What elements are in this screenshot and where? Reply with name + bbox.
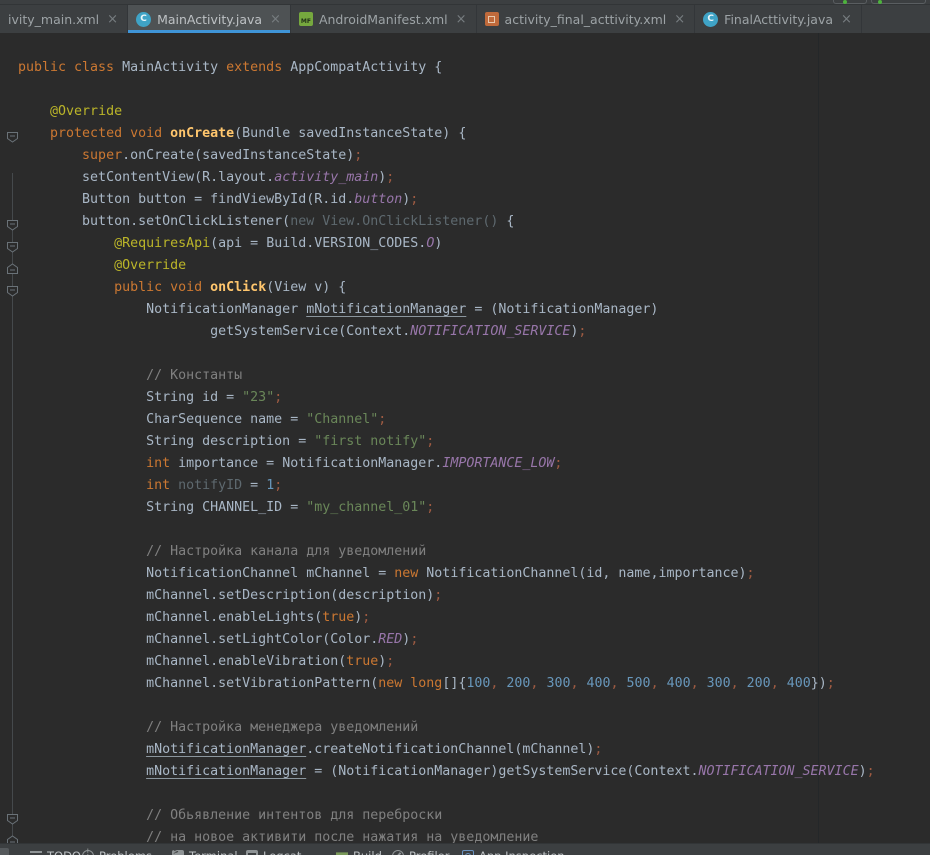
code-line: String id = "23"; [18, 387, 875, 409]
tab-finalacttivity-java[interactable]: C FinalActtivity.java × [695, 5, 862, 33]
ide-window: ivity_main.xml × C MainActivity.java × MF Andr… [0, 0, 930, 855]
code-line: NotificationManager mNotificationManager… [18, 299, 875, 321]
profiler-icon [392, 850, 404, 855]
code-line: public void onClick(View v) { [18, 277, 875, 299]
close-icon[interactable]: × [107, 13, 118, 26]
code-line: int notifyID = 1; [18, 475, 875, 497]
tab-mainactivity-java[interactable]: C MainActivity.java × [128, 5, 291, 33]
tab-label: activity_final_acttivity.xml [505, 12, 667, 27]
layout-file-icon [485, 12, 499, 26]
problems-icon [82, 850, 94, 855]
code-line: setContentView(R.layout.activity_main); [18, 167, 875, 189]
code-line [18, 79, 875, 101]
code-line: protected void onCreate(Bundle savedInst… [18, 123, 875, 145]
tab-ivity-main-xml[interactable]: ivity_main.xml × [0, 5, 128, 33]
tool-window-stub-icon[interactable] [0, 848, 9, 855]
tab-label: MainActivity.java [157, 12, 262, 27]
code-line: mNotificationManager = (NotificationMana… [18, 761, 875, 783]
manifest-file-icon: MF [299, 12, 313, 26]
toolwindow-button-label: Problems [99, 849, 152, 855]
code-line: String CHANNEL_ID = "my_channel_01"; [18, 497, 875, 519]
code-line: mChannel.setLightColor(Color.RED); [18, 629, 875, 651]
toolwindow-button-profiler[interactable]: Profiler [392, 844, 450, 855]
code-line: // Константы [18, 365, 875, 387]
code-line: mChannel.enableLights(true); [18, 607, 875, 629]
code-line: @RequiresApi(api = Build.VERSION_CODES.O… [18, 233, 875, 255]
code-line: int importance = NotificationManager.IMP… [18, 453, 875, 475]
code-line: @Override [18, 101, 875, 123]
close-icon[interactable]: × [674, 13, 685, 26]
tool-window-bar: TODO Problems Terminal Logcat Build Profiler A… [0, 843, 930, 855]
code-line: super.onCreate(savedInstanceState); [18, 145, 875, 167]
code-line: mChannel.setVibrationPattern(new long[]{… [18, 673, 875, 695]
terminal-icon [172, 850, 184, 855]
run-button-sliver[interactable] [833, 0, 867, 4]
code-line: // Настройка канала для уведомлений [18, 541, 875, 563]
toolwindow-button-label: Profiler [409, 849, 450, 855]
toolwindow-button-todo[interactable]: TODO [30, 844, 81, 855]
app-inspection-icon [462, 850, 474, 855]
code-line: mChannel.setDescription(description); [18, 585, 875, 607]
debug-status-dot [878, 0, 882, 4]
run-status-dot [843, 0, 847, 4]
logcat-icon [246, 850, 258, 855]
toolwindow-button-label: Build [353, 849, 382, 855]
toolwindow-button-problems[interactable]: Problems [82, 844, 152, 855]
code-area[interactable]: public class MainActivity extends AppCom… [0, 57, 875, 843]
build-icon [336, 850, 348, 855]
code-line: public class MainActivity extends AppCom… [18, 57, 875, 79]
code-line: mNotificationManager.createNotificationC… [18, 739, 875, 761]
close-icon[interactable]: × [456, 13, 467, 26]
toolwindow-button-terminal[interactable]: Terminal [172, 844, 238, 855]
code-line: Button button = findViewById(R.id.button… [18, 189, 875, 211]
code-line: String description = "first notify"; [18, 431, 875, 453]
todo-icon [30, 851, 42, 855]
editor-tab-bar: ivity_main.xml × C MainActivity.java × MF Andr… [0, 5, 930, 33]
code-line: // на новое активити после нажатия на ув… [18, 827, 875, 843]
tab-label: FinalActtivity.java [724, 12, 833, 27]
toolwindow-button-build[interactable]: Build [336, 844, 382, 855]
tab-androidmanifest-xml[interactable]: MF AndroidManifest.xml × [291, 5, 477, 33]
toolwindow-button-label: App Inspection [479, 849, 565, 855]
code-editor[interactable]: public class MainActivity extends AppCom… [0, 33, 930, 843]
toolwindow-button-logcat[interactable]: Logcat [246, 844, 301, 855]
close-icon[interactable]: × [270, 13, 281, 26]
toolwindow-button-app-inspection[interactable]: App Inspection [462, 844, 565, 855]
tab-activity-final-acttivity-xml[interactable]: activity_final_acttivity.xml × [477, 5, 696, 33]
toolwindow-button-label: TODO [47, 849, 81, 855]
code-line: mChannel.enableVibration(true); [18, 651, 875, 673]
class-file-icon: C [703, 12, 718, 27]
code-line: getSystemService(Context.NOTIFICATION_SE… [18, 321, 875, 343]
class-file-icon: C [136, 12, 151, 27]
code-line: @Override [18, 255, 875, 277]
code-line: // Настройка менеджера уведомлений [18, 717, 875, 739]
code-line [18, 695, 875, 717]
code-line: CharSequence name = "Channel"; [18, 409, 875, 431]
code-line: button.setOnClickListener(new View.OnCli… [18, 211, 875, 233]
code-line [18, 343, 875, 365]
tab-label: AndroidManifest.xml [319, 12, 448, 27]
toolwindow-button-label: Terminal [189, 849, 238, 855]
toolwindow-button-label: Logcat [263, 849, 301, 855]
code-line: NotificationChannel mChannel = new Notif… [18, 563, 875, 585]
code-line [18, 519, 875, 541]
code-line: // Обьявление интентов для переброски [18, 805, 875, 827]
tab-label: ivity_main.xml [8, 12, 99, 27]
close-icon[interactable]: × [841, 13, 852, 26]
code-line [18, 783, 875, 805]
